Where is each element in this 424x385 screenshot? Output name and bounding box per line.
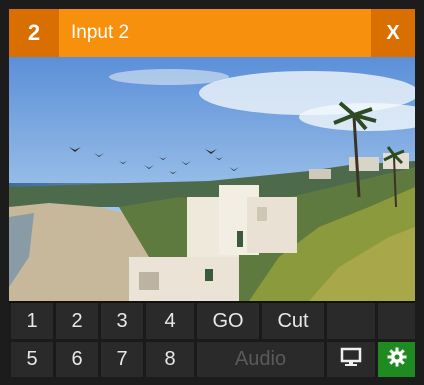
overlay-1-button[interactable]: 1 <box>11 303 53 339</box>
blank-button-1[interactable] <box>327 303 375 339</box>
input-title: Input 2 <box>71 22 130 43</box>
input-controls: 1 2 3 4 GO Cut 5 6 7 8 Audio <box>9 303 415 377</box>
video-preview[interactable] <box>9 57 415 301</box>
input-panel: 2 Input 2 X 1 2 3 4 GO Cut 5 6 7 8 Audio <box>9 9 415 377</box>
gear-icon <box>387 347 407 373</box>
overlay-7-button[interactable]: 7 <box>101 342 143 377</box>
overlay-4-button[interactable]: 4 <box>146 303 194 339</box>
blank-button-2[interactable] <box>378 303 415 339</box>
overlay-2-button[interactable]: 2 <box>56 303 98 339</box>
monitor-icon <box>340 347 362 373</box>
go-button[interactable]: GO <box>197 303 259 339</box>
cut-button[interactable]: Cut <box>262 303 324 339</box>
overlay-5-button[interactable]: 5 <box>11 342 53 377</box>
input-number-badge: 2 <box>9 9 59 57</box>
monitor-button[interactable] <box>327 342 375 377</box>
input-titlebar[interactable]: 2 Input 2 X <box>9 9 415 57</box>
close-button[interactable]: X <box>371 9 415 57</box>
overlay-3-button[interactable]: 3 <box>101 303 143 339</box>
overlay-8-button[interactable]: 8 <box>146 342 194 377</box>
overlay-6-button[interactable]: 6 <box>56 342 98 377</box>
settings-button[interactable] <box>378 342 415 377</box>
audio-button[interactable]: Audio <box>197 342 324 377</box>
preview-image <box>9 57 415 301</box>
